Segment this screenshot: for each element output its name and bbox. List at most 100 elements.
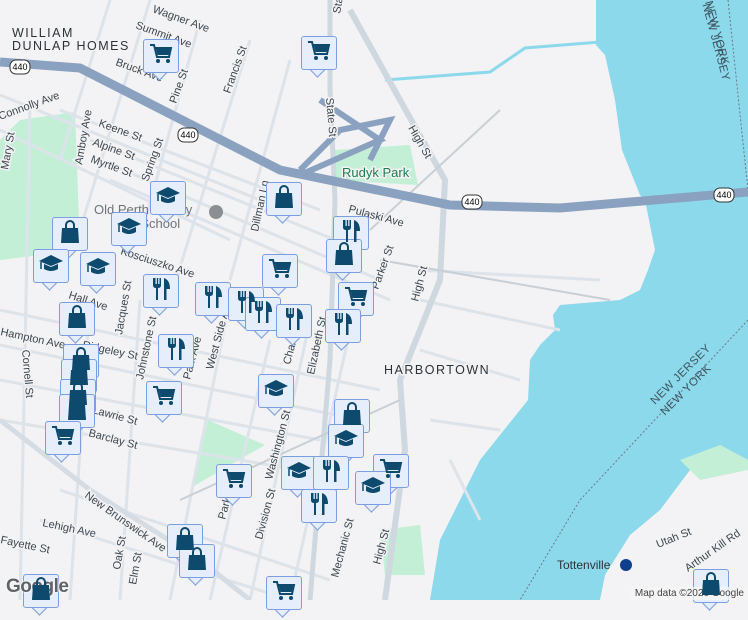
creek <box>385 42 600 80</box>
marker-box <box>281 456 317 490</box>
school-poi-icon <box>209 205 223 219</box>
svg-text:440: 440 <box>180 130 195 140</box>
map-marker-cart[interactable] <box>301 36 337 80</box>
park-label: Rudyk Park <box>342 165 410 180</box>
marker-box <box>111 212 147 246</box>
map-marker-school[interactable] <box>80 252 116 296</box>
school-icon <box>155 186 181 211</box>
marker-box <box>52 217 88 251</box>
shopping-bag-icon <box>60 220 80 249</box>
map-marker-cart[interactable] <box>146 381 182 425</box>
restaurant-icon <box>320 459 342 488</box>
restaurant-icon <box>308 492 330 521</box>
station-label: Tottenville <box>557 558 611 572</box>
grocery-cart-icon <box>272 580 296 607</box>
map-marker-cart[interactable] <box>266 576 302 620</box>
school-icon <box>116 217 142 242</box>
map-marker-school[interactable] <box>111 212 147 256</box>
grocery-cart-icon <box>307 40 331 67</box>
marker-box <box>258 374 294 408</box>
restaurant-icon <box>165 337 187 366</box>
map-attribution[interactable]: Map data ©2026 Google <box>631 587 748 600</box>
shopping-bag-icon <box>274 185 294 214</box>
school-icon <box>286 461 312 486</box>
marker-box <box>146 381 182 415</box>
marker-box <box>276 304 312 338</box>
marker-box <box>59 302 95 336</box>
marker-box <box>301 36 337 70</box>
map-marker-bag[interactable] <box>326 239 362 283</box>
marker-box <box>325 309 361 343</box>
map-marker-food[interactable] <box>195 282 231 326</box>
marker-box <box>33 249 69 283</box>
svg-text:State St: State St <box>331 0 350 15</box>
map-marker-food[interactable] <box>143 274 179 318</box>
svg-text:Oak St: Oak St <box>111 535 129 570</box>
restaurant-icon <box>252 300 274 329</box>
rail-station-icon <box>620 559 632 571</box>
map-marker-school[interactable] <box>355 471 391 515</box>
map-marker-cart[interactable] <box>262 254 298 298</box>
grocery-cart-icon <box>222 468 246 495</box>
map-marker-cart[interactable] <box>143 39 179 83</box>
marker-box <box>266 182 302 216</box>
marker-box <box>195 282 231 316</box>
marker-box <box>150 181 186 215</box>
marker-box <box>80 252 116 286</box>
map-marker-food[interactable] <box>325 309 361 353</box>
map-marker-school[interactable] <box>150 181 186 225</box>
restaurant-icon <box>283 307 305 336</box>
marker-box <box>328 424 364 458</box>
svg-text:Elm St: Elm St <box>127 552 144 586</box>
school-icon <box>333 429 359 454</box>
marker-box <box>313 456 349 490</box>
map-marker-bag[interactable] <box>59 302 95 346</box>
svg-text:Fayette St: Fayette St <box>0 534 51 556</box>
grocery-cart-icon <box>149 43 173 70</box>
school-icon <box>263 379 289 404</box>
svg-text:440: 440 <box>464 197 479 207</box>
svg-text:High St: High St <box>409 265 430 303</box>
grocery-cart-icon <box>152 385 176 412</box>
map-marker-food[interactable] <box>301 489 337 533</box>
svg-text:440: 440 <box>716 190 731 200</box>
svg-text:Jacques St: Jacques St <box>113 280 134 336</box>
marker-box <box>301 489 337 523</box>
restaurant-icon <box>150 277 172 306</box>
svg-text:Division St: Division St <box>253 487 278 540</box>
map-marker-food[interactable] <box>276 304 312 348</box>
marker-box <box>143 274 179 308</box>
neighborhood-label: HARBORTOWN <box>384 363 490 377</box>
marker-box <box>143 39 179 73</box>
school-icon <box>38 254 64 279</box>
marker-box <box>216 464 252 498</box>
map-marker-school[interactable] <box>258 374 294 418</box>
map-marker-cart[interactable] <box>45 421 81 465</box>
marker-box <box>326 239 362 273</box>
map-marker-bag[interactable] <box>266 182 302 226</box>
svg-text:Lehigh Ave: Lehigh Ave <box>41 517 97 540</box>
map-marker-bag[interactable] <box>179 544 215 588</box>
marker-box <box>158 334 194 368</box>
map-marker-school[interactable] <box>33 249 69 293</box>
neighborhood-label: DUNLAP HOMES <box>12 39 130 53</box>
map-marker-cart[interactable] <box>216 464 252 508</box>
grocery-cart-icon <box>51 425 75 452</box>
restaurant-icon <box>202 285 224 314</box>
grocery-cart-icon <box>268 258 292 285</box>
marker-box <box>266 576 302 610</box>
svg-text:Cornell St: Cornell St <box>19 349 35 398</box>
shopping-bag-icon <box>67 305 87 334</box>
shopping-bag-icon <box>31 577 51 606</box>
school-icon <box>360 476 386 501</box>
map-marker-food[interactable] <box>158 334 194 378</box>
shopping-bag-icon <box>334 242 354 271</box>
water-arthur-kill <box>430 0 748 600</box>
restaurant-icon <box>332 312 354 341</box>
school-icon <box>85 257 111 282</box>
svg-text:440: 440 <box>12 62 27 72</box>
svg-text:Utah St: Utah St <box>655 526 694 551</box>
neighborhood-label: WILLIAM <box>12 26 74 40</box>
shopping-bag-icon <box>187 547 207 576</box>
marker-box <box>262 254 298 288</box>
